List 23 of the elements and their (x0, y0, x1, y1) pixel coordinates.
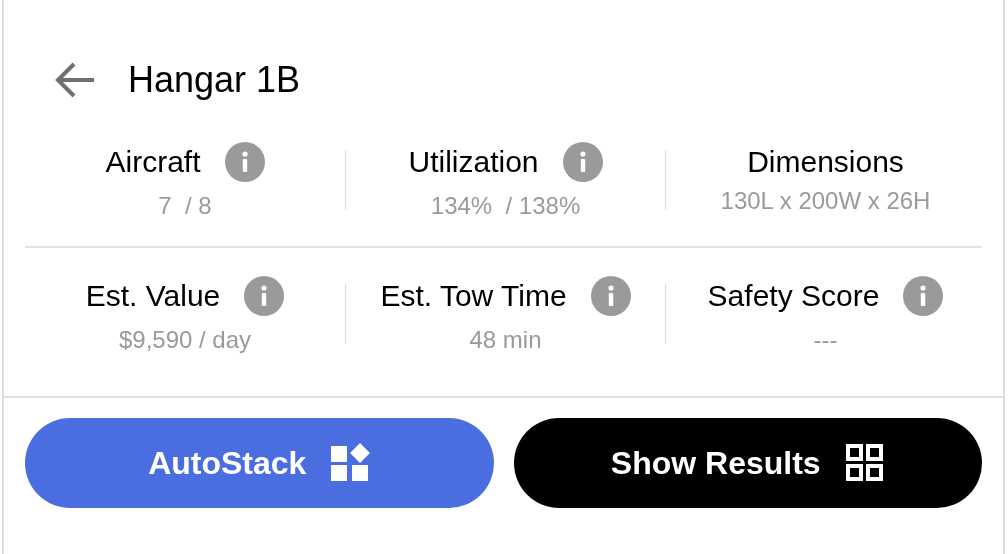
page-title: Hangar 1B (128, 62, 301, 98)
info-icon[interactable] (244, 276, 285, 316)
grid-icon (844, 443, 885, 483)
stat-label: Safety Score (707, 281, 880, 311)
stat-label: Utilization (408, 147, 539, 177)
show-results-button[interactable]: Show Results (513, 418, 982, 508)
back-arrow-icon[interactable] (54, 61, 96, 99)
stat-label: Dimensions (747, 147, 904, 177)
stat-value: 7 / 8 (158, 194, 212, 218)
stat-value: 48 min (469, 328, 542, 352)
stat-value: 134% / 138% (430, 194, 581, 218)
stat-value: 130L x 200W x 26H (720, 189, 931, 213)
info-icon[interactable] (562, 142, 603, 182)
info-icon[interactable] (903, 276, 944, 316)
info-icon[interactable] (590, 276, 631, 316)
autostack-button[interactable]: AutoStack (25, 418, 494, 508)
stat-value: $9,590 / day (118, 328, 252, 352)
stat-label: Aircraft (105, 147, 201, 177)
stat-value: --- (813, 328, 838, 352)
info-icon[interactable] (224, 142, 265, 182)
stat-label: Est. Tow Time (380, 281, 567, 311)
stat-label: Est. Value (85, 281, 221, 311)
blocks-icon (330, 443, 371, 483)
